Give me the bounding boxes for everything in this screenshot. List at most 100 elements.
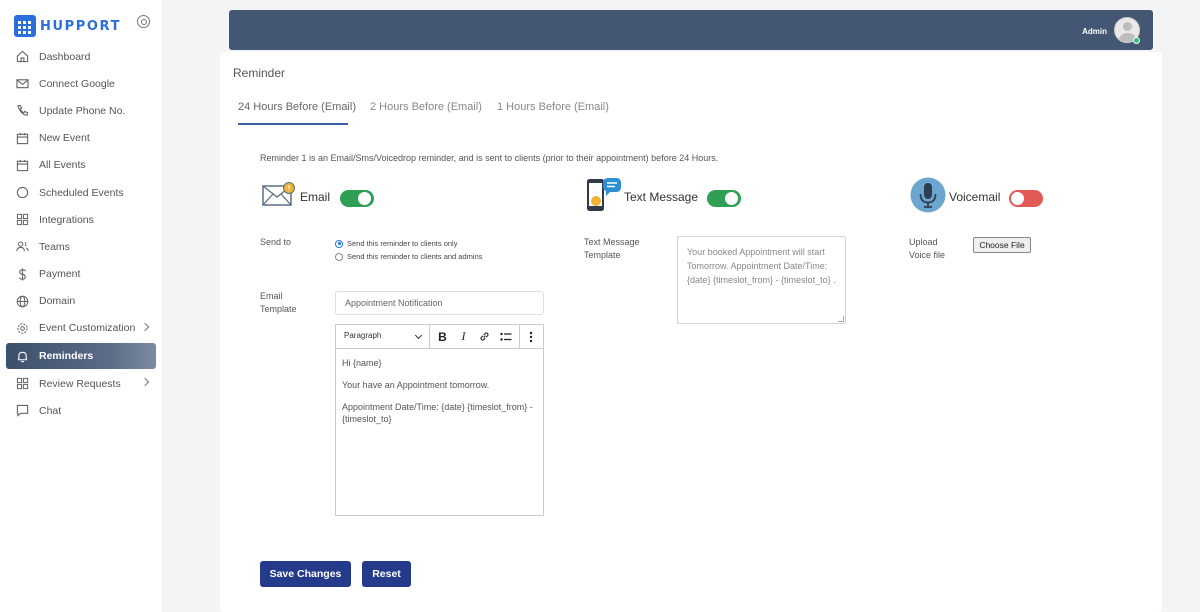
toggle-knob <box>358 192 371 205</box>
sidebar-item-scheduled-events[interactable]: Scheduled Events <box>6 179 156 206</box>
save-changes-button[interactable]: Save Changes <box>260 561 351 587</box>
sidebar-nav: Dashboard Connect Google Update Phone No… <box>6 43 156 424</box>
users-icon <box>16 240 29 253</box>
text-message-toggle[interactable] <box>707 190 741 207</box>
reset-button[interactable]: Reset <box>362 561 411 587</box>
settings-icon[interactable] <box>137 15 150 28</box>
voicemail-toggle[interactable] <box>1009 190 1043 207</box>
email-envelope-icon <box>262 182 295 206</box>
email-body-editor: Paragraph B I Hi {name} Your have an App… <box>335 324 544 516</box>
text-message-template-label-line-2: Template <box>584 250 621 260</box>
italic-icon[interactable]: I <box>453 325 474 349</box>
sidebar-item-all-events[interactable]: All Events <box>6 152 156 179</box>
resize-handle-icon[interactable] <box>838 316 844 322</box>
phone-icon <box>16 104 29 117</box>
toggle-knob <box>1011 192 1024 205</box>
page-title: Reminder <box>233 66 286 80</box>
text-message-phone-icon <box>587 178 621 211</box>
sidebar-item-label: Event Customization <box>39 322 136 335</box>
email-toggle[interactable] <box>340 190 374 207</box>
bullet-list-icon[interactable] <box>495 325 516 349</box>
sidebar-item-dashboard[interactable]: Dashboard <box>6 43 156 70</box>
grid-icon <box>16 213 29 226</box>
radio-button[interactable] <box>335 252 343 261</box>
email-template-label-line-2: Template <box>260 304 297 314</box>
voicemail-channel-label: Voicemail <box>949 190 1001 204</box>
chevron-right-icon[interactable] <box>140 322 150 332</box>
brand-name: HUPPORT <box>40 18 122 34</box>
editor-paragraph: Hi {name} <box>342 358 382 368</box>
toggle-knob <box>725 192 738 205</box>
sidebar-item-label: Review Requests <box>39 377 121 390</box>
radio-label: Send this reminder to clients and admins <box>347 252 483 261</box>
circle-icon <box>16 186 29 199</box>
sidebar-item-connect-google[interactable]: Connect Google <box>6 70 156 97</box>
tab-1-hours[interactable]: 1 Hours Before (Email) <box>497 101 609 113</box>
paragraph-format-value: Paragraph <box>344 330 382 340</box>
sidebar-item-chat[interactable]: Chat <box>6 397 156 424</box>
brand-logo[interactable]: HUPPORT <box>14 15 121 37</box>
paragraph-format-select[interactable]: Paragraph <box>336 324 430 349</box>
sidebar-item-label: Teams <box>39 240 70 253</box>
sidebar-item-integrations[interactable]: Integrations <box>6 206 156 233</box>
send-option-clients-and-admins[interactable]: Send this reminder to clients and admins <box>335 252 483 261</box>
sidebar-item-update-phone[interactable]: Update Phone No. <box>6 97 156 124</box>
email-template-label: Email Template <box>260 290 297 316</box>
sidebar-item-event-customization[interactable]: Event Customization <box>6 315 156 342</box>
more-options-icon[interactable] <box>520 325 541 349</box>
send-option-clients-only[interactable]: Send this reminder to clients only <box>335 239 457 248</box>
sidebar-item-label: Chat <box>39 404 62 417</box>
chevron-down-icon <box>414 331 423 339</box>
gear-icon <box>16 322 29 335</box>
send-to-label: Send to <box>260 237 292 247</box>
sidebar-item-label: Integrations <box>39 213 94 226</box>
text-message-template-text: Your booked Appointment will start Tomor… <box>687 247 836 285</box>
sidebar-item-label: Update Phone No. <box>39 104 126 117</box>
editor-paragraph: Your have an Appointment tomorrow. <box>342 380 490 390</box>
calendar-icon <box>16 159 29 172</box>
sidebar-item-payment[interactable]: Payment <box>6 261 156 288</box>
link-icon[interactable] <box>474 325 495 349</box>
upload-voice-file-label-line-1: Upload <box>909 237 938 247</box>
upload-voice-file-label-line-2: Voice file <box>909 250 946 260</box>
globe-icon <box>16 295 29 308</box>
tab-24-hours[interactable]: 24 Hours Before (Email) <box>238 101 356 113</box>
editor-toolbar: Paragraph B I <box>336 324 543 349</box>
email-subject-input[interactable]: Appointment Notification <box>335 291 544 315</box>
sidebar-item-label: All Events <box>39 159 86 172</box>
sidebar-item-label: Reminders <box>39 350 94 363</box>
choose-file-button[interactable]: Choose File <box>973 237 1031 253</box>
sidebar-item-domain[interactable]: Domain <box>6 288 156 315</box>
grid-icon <box>16 377 29 390</box>
sidebar: HUPPORT Dashboard Connect Google Update … <box>0 0 163 612</box>
home-icon <box>16 50 29 63</box>
editor-content[interactable]: Hi {name} Your have an Appointment tomor… <box>336 349 543 443</box>
sidebar-item-teams[interactable]: Teams <box>6 233 156 260</box>
sidebar-item-label: New Event <box>39 132 90 145</box>
radio-button[interactable] <box>335 239 343 248</box>
user-name[interactable]: Admin <box>1082 27 1107 36</box>
text-message-template-input[interactable]: Your booked Appointment will start Tomor… <box>677 236 846 324</box>
chat-icon <box>16 404 29 418</box>
text-message-channel-label: Text Message <box>624 190 699 204</box>
tab-2-hours[interactable]: 2 Hours Before (Email) <box>370 101 482 113</box>
bell-icon <box>16 350 29 363</box>
sidebar-item-label: Connect Google <box>39 77 115 90</box>
sidebar-item-label: Domain <box>39 295 76 308</box>
bold-icon[interactable]: B <box>432 325 453 349</box>
editor-paragraph: Appointment Date/Time: {date} {timeslot_… <box>342 402 533 424</box>
chevron-right-icon[interactable] <box>140 377 150 387</box>
email-template-label-line-1: Email <box>260 291 283 301</box>
upload-voice-file-label: Upload Voice file <box>909 236 945 262</box>
microphone-icon <box>910 177 946 213</box>
sidebar-item-reminders[interactable]: Reminders <box>6 343 156 370</box>
reminder-description: Reminder 1 is an Email/Sms/Voicedrop rem… <box>260 153 719 163</box>
online-status-icon <box>1133 37 1140 44</box>
text-message-template-label: Text Message Template <box>584 236 640 262</box>
reminder-card: Reminder 24 Hours Before (Email) 2 Hours… <box>220 52 1162 612</box>
sidebar-item-new-event[interactable]: New Event <box>6 125 156 152</box>
calendar-icon <box>16 132 29 145</box>
sidebar-item-label: Dashboard <box>39 50 91 63</box>
sidebar-item-review-requests[interactable]: Review Requests <box>6 370 156 397</box>
top-bar: Admin <box>229 10 1153 50</box>
